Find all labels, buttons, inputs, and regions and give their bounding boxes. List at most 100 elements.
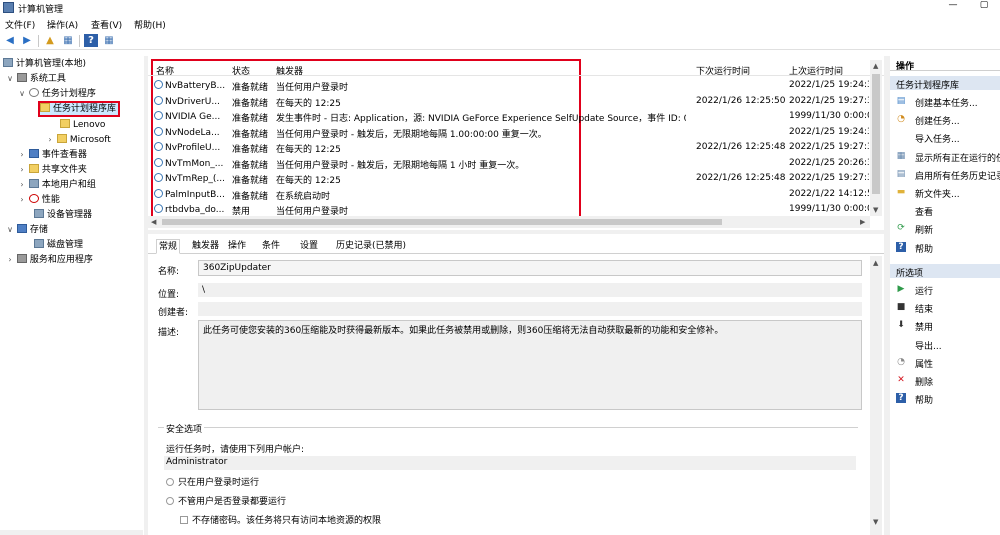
actions-section-selected[interactable]: 所选项	[890, 264, 1000, 279]
tree-horizontal-scrollbar[interactable]	[0, 530, 143, 535]
radio-button[interactable]	[166, 497, 174, 505]
table-row[interactable]: NvNodeLa... 准备就绪 当任何用户登录时 - 触发后，无限期地每隔 1.0…	[148, 125, 870, 140]
action-item[interactable]: 查看	[890, 203, 1000, 218]
scrollbar-thumb[interactable]	[872, 74, 880, 194]
expand-chevron-icon[interactable]: ∨	[6, 72, 14, 86]
table-row[interactable]: NvBatteryB... 准备就绪 当任何用户登录时 2022/1/25 19:24…	[148, 78, 870, 93]
action-item[interactable]: ■ 结束	[890, 300, 1000, 315]
tab-settings[interactable]: 设置	[298, 239, 320, 254]
action-item[interactable]: ? 帮助	[890, 240, 1000, 255]
column-header-last-run[interactable]: 上次运行时间	[789, 64, 843, 77]
expand-chevron-icon[interactable]: ›	[18, 193, 26, 207]
table-row[interactable]: PalmInputB...准备就绪在系统启动时 2022/1/22 14:12:5…	[148, 187, 870, 202]
back-arrow-icon[interactable]: ◀	[3, 34, 17, 47]
tree-node-task-scheduler[interactable]: ∨ 任务计划程序	[18, 87, 96, 101]
minimize-button[interactable]: —	[943, 0, 963, 14]
action-item[interactable]: ▤ 启用所有任务历史记录	[890, 167, 1000, 182]
up-folder-icon[interactable]: ▲	[43, 34, 57, 47]
radio-button[interactable]	[166, 478, 174, 486]
expand-chevron-icon[interactable]: ›	[46, 133, 54, 147]
action-item[interactable]: ◔ 创建任务...	[890, 112, 1000, 127]
scroll-up-icon[interactable]: ▲	[873, 62, 878, 70]
tab-actions[interactable]: 操作	[226, 239, 248, 254]
table-row[interactable]: NvTmRep_(... 准备就绪 在每天的 12:25 2022/1/26 12:2…	[148, 171, 870, 186]
tree-node-performance[interactable]: › 性能	[18, 193, 60, 207]
detail-vertical-scrollbar[interactable]: ▲ ▼	[870, 256, 882, 535]
table-row[interactable]: NVIDIA Ge... 准备就绪 发生事件时 - 日志: Application，…	[148, 109, 870, 124]
action-item[interactable]: 导出...	[890, 337, 1000, 352]
expand-chevron-icon[interactable]: ∨	[6, 223, 14, 237]
expand-chevron-icon[interactable]: ›	[6, 253, 14, 267]
pane-splitter[interactable]	[148, 230, 884, 234]
tree-node-lenovo[interactable]: Lenovo	[60, 118, 105, 132]
expand-chevron-icon[interactable]: ›	[18, 178, 26, 192]
scrollbar-thumb[interactable]	[162, 219, 722, 225]
tree-node-disk-management[interactable]: 磁盘管理	[34, 238, 83, 252]
menu-view[interactable]: 查看(V)	[91, 18, 122, 31]
column-header-status[interactable]: 状态	[232, 64, 250, 77]
action-item[interactable]: ◔ 属性	[890, 355, 1000, 370]
table-row[interactable]: rtbdvba_do...禁用当任何用户登录时1999/11/30 0:00:0…	[148, 202, 870, 217]
scroll-down-icon[interactable]: ▼	[873, 518, 878, 526]
action-item[interactable]: ▶ 运行	[890, 282, 1000, 297]
action-item[interactable]: ⬇ 禁用	[890, 318, 1000, 333]
tree-node-device-manager[interactable]: 设备管理器	[34, 208, 92, 222]
menu-help[interactable]: 帮助(H)	[134, 18, 166, 31]
tab-conditions[interactable]: 条件	[260, 239, 282, 254]
tree-node-microsoft[interactable]: › Microsoft	[46, 133, 111, 147]
menu-action[interactable]: 操作(A)	[47, 18, 78, 31]
location-field[interactable]: \	[198, 283, 862, 297]
forward-arrow-icon[interactable]: ▶	[20, 34, 34, 47]
author-field[interactable]	[198, 302, 862, 316]
column-header-next-run[interactable]: 下次运行时间	[696, 64, 750, 77]
tab-triggers[interactable]: 触发器	[190, 239, 221, 254]
tree-node-shared-folders[interactable]: › 共享文件夹	[18, 163, 87, 177]
table-row[interactable]: NvTmMon_... 准备就绪 当任何用户登录时 - 触发后，无限期地每隔 1 小…	[148, 156, 870, 171]
tree-node-event-viewer[interactable]: › 事件查看器	[18, 148, 87, 162]
action-item[interactable]: 导入任务...	[890, 130, 1000, 145]
table-row[interactable]: NvProfileU... 准备就绪 在每天的 12:25 2022/1/26 12:…	[148, 140, 870, 155]
action-item[interactable]: ▤ 创建基本任务...	[890, 94, 1000, 109]
option-run-whether-logged-on[interactable]: 不管用户是否登录都要运行	[166, 494, 286, 507]
tree-node-local-users-groups[interactable]: › 本地用户和组	[18, 178, 96, 192]
action-label: 运行	[915, 287, 934, 297]
task-list-horizontal-scrollbar[interactable]: ◀ ▶	[148, 216, 870, 228]
maximize-button[interactable]: ▢	[974, 0, 994, 14]
expand-chevron-icon[interactable]: ∨	[18, 87, 26, 101]
expand-chevron-icon[interactable]: ›	[18, 163, 26, 177]
scroll-left-icon[interactable]: ◀	[151, 218, 156, 226]
run-as-user-field[interactable]: Administrator	[164, 456, 856, 470]
action-item[interactable]: ▦ 显示所有正在运行的任务	[890, 149, 1000, 164]
show-hide-tree-icon[interactable]: ▦	[61, 34, 75, 47]
name-field[interactable]: 360ZipUpdater	[198, 260, 862, 276]
option-do-not-store-password[interactable]: 不存储密码。该任务将只有访问本地资源的权限	[180, 513, 381, 526]
tree-node-computer-management[interactable]: 计算机管理(本地)	[3, 57, 86, 71]
description-field[interactable]: 此任务可使您安装的360压缩能及时获得最新版本。如果此任务被禁用或删除，则360…	[198, 320, 862, 410]
tree-node-storage[interactable]: ∨ 存储	[6, 223, 48, 237]
column-header-name[interactable]: 名称	[156, 64, 174, 77]
delete-icon: ✕	[897, 375, 905, 385]
tree-node-system-tools[interactable]: ∨ 系统工具	[6, 72, 66, 86]
action-item[interactable]: ✕ 删除	[890, 373, 1000, 388]
scroll-up-icon[interactable]: ▲	[873, 259, 878, 267]
column-header-trigger[interactable]: 触发器	[276, 64, 303, 77]
help-icon[interactable]: ?	[84, 34, 98, 47]
tree-node-task-scheduler-library[interactable]: 任务计划程序库	[38, 101, 121, 117]
show-hide-action-pane-icon[interactable]: ▦	[102, 34, 116, 47]
actions-section-library[interactable]: 任务计划程序库	[890, 76, 1000, 91]
tab-history[interactable]: 历史记录(已禁用)	[334, 239, 408, 254]
tree-node-services-applications[interactable]: › 服务和应用程序	[6, 253, 93, 267]
scroll-down-icon[interactable]: ▼	[873, 206, 878, 214]
table-row[interactable]: NvDriverU... 准备就绪 在每天的 12:25 2022/1/26 12:2…	[148, 94, 870, 109]
action-item[interactable]: ? 帮助	[890, 391, 1000, 406]
action-item[interactable]: ⟳ 刷新	[890, 221, 1000, 236]
scroll-right-icon[interactable]: ▶	[860, 218, 865, 226]
action-label: 启用所有任务历史记录	[915, 171, 1000, 182]
action-item[interactable]: ▬ 新文件夹...	[890, 185, 1000, 200]
tab-general[interactable]: 常规	[156, 239, 181, 254]
checkbox[interactable]	[180, 516, 188, 524]
task-list-vertical-scrollbar[interactable]: ▲ ▼	[870, 60, 882, 216]
expand-chevron-icon[interactable]: ›	[18, 148, 26, 162]
option-run-when-logged-on[interactable]: 只在用户登录时运行	[166, 475, 259, 488]
menu-file[interactable]: 文件(F)	[5, 18, 35, 31]
